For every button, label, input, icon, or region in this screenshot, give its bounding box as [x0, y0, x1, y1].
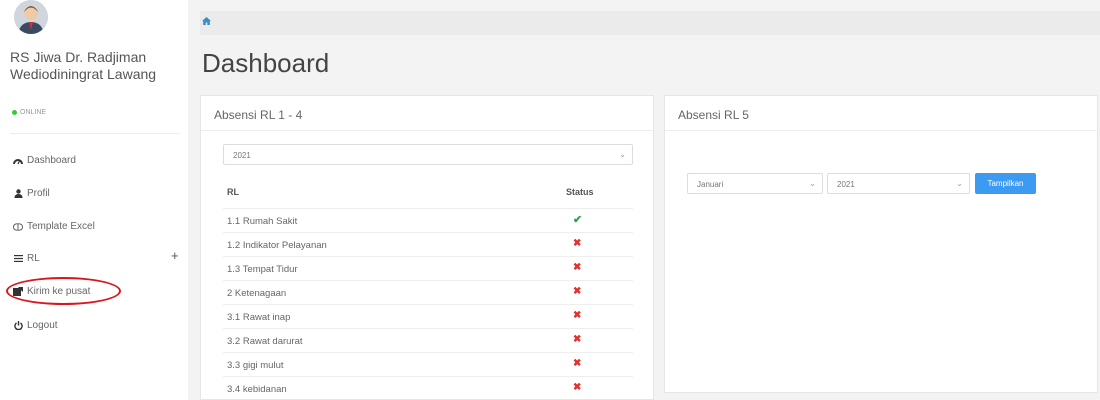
- panel-absensi-rl1-4: Absensi RL 1 - 4 2021 ⌄ RL Status 1.1 Ru…: [200, 95, 654, 400]
- sidebar-item-dashboard[interactable]: Dashboard: [13, 155, 76, 166]
- column-header-status: Status: [566, 187, 594, 197]
- table-row: 3.3 gigi mulut ✖: [223, 352, 633, 376]
- sidebar-item-label: Template Excel: [27, 221, 95, 232]
- sidebar-item-rl[interactable]: RL: [13, 253, 40, 264]
- year-select[interactable]: 2021 ⌄: [827, 173, 970, 194]
- table-row: 1.3 Tempat Tidur ✖: [223, 256, 633, 280]
- check-icon: ✔: [573, 214, 583, 226]
- year-select-value: 2021: [837, 180, 855, 189]
- row-label: 2 Ketenagaan: [227, 288, 287, 299]
- power-icon: [13, 321, 23, 330]
- table-row: 2 Ketenagaan ✖: [223, 280, 633, 304]
- table-row: 1.2 Indikator Pelayanan ✖: [223, 232, 633, 256]
- page-title: Dashboard: [202, 48, 330, 78]
- cross-icon: ✖: [573, 262, 582, 273]
- sidebar-item-label: Profil: [27, 188, 50, 199]
- row-label: 3.4 kebidanan: [227, 384, 287, 395]
- year-select[interactable]: 2021 ⌄: [223, 144, 633, 165]
- row-label: 3.3 gigi mulut: [227, 360, 284, 371]
- panel-absensi-rl5: Absensi RL 5 Januari ⌄ 2021 ⌄ Tampilkan: [664, 95, 1098, 393]
- sidebar-item-label: Kirim ke pusat: [27, 286, 91, 297]
- excel-icon: [13, 222, 23, 231]
- column-header-rl: RL: [227, 187, 239, 197]
- panel-title: Absensi RL 1 - 4: [214, 108, 303, 122]
- cross-icon: ✖: [573, 286, 582, 297]
- dashboard-icon: [13, 156, 23, 165]
- sidebar-item-kirim-ke-pusat[interactable]: Kirim ke pusat: [13, 286, 90, 297]
- online-status-label: ONLINE: [20, 109, 47, 116]
- breadcrumb: [200, 11, 1100, 35]
- sidebar-item-logout[interactable]: Logout: [13, 320, 58, 331]
- cross-icon: ✖: [573, 310, 582, 321]
- sidebar-divider: [10, 133, 180, 134]
- table-row: 1.1 Rumah Sakit ✔: [223, 208, 633, 232]
- cross-icon: ✖: [573, 238, 582, 249]
- show-button[interactable]: Tampilkan: [975, 173, 1036, 194]
- user-icon: [13, 189, 23, 198]
- panel-title: Absensi RL 5: [678, 108, 749, 122]
- avatar-icon: [14, 0, 48, 34]
- sidebar-item-template-excel[interactable]: Template Excel: [13, 221, 95, 232]
- chevron-down-icon: ⌄: [619, 150, 626, 159]
- avatar[interactable]: [14, 0, 48, 34]
- year-select-value: 2021: [233, 151, 251, 160]
- table-row: 3.2 Rawat darurat ✖: [223, 328, 633, 352]
- table-row: 3.1 Rawat inap ✖: [223, 304, 633, 328]
- org-name: RS Jiwa Dr. Radjiman Wediodiningrat Lawa…: [10, 49, 157, 82]
- cross-icon: ✖: [573, 358, 582, 369]
- panel-divider: [665, 130, 1097, 131]
- sidebar-item-label: RL: [27, 253, 40, 264]
- panel-divider: [201, 130, 653, 131]
- home-icon[interactable]: [202, 17, 211, 28]
- online-dot-icon: [12, 110, 17, 115]
- row-label: 3.1 Rawat inap: [227, 312, 291, 323]
- chevron-down-icon: ⌄: [809, 179, 816, 188]
- month-select[interactable]: Januari ⌄: [687, 173, 823, 194]
- row-label: 1.1 Rumah Sakit: [227, 216, 298, 227]
- sidebar-item-label: Dashboard: [27, 155, 76, 166]
- list-icon: [13, 255, 23, 262]
- expand-rl-icon[interactable]: +: [171, 248, 179, 263]
- sidebar-item-profil[interactable]: Profil: [13, 188, 50, 199]
- month-select-value: Januari: [697, 180, 724, 189]
- online-status: ONLINE: [12, 109, 46, 116]
- send-icon: [13, 287, 23, 296]
- row-label: 3.2 Rawat darurat: [227, 336, 303, 347]
- row-label: 1.3 Tempat Tidur: [227, 264, 298, 275]
- chevron-down-icon: ⌄: [956, 179, 963, 188]
- sidebar-item-label: Logout: [27, 320, 58, 331]
- row-label: 1.2 Indikator Pelayanan: [227, 240, 327, 251]
- cross-icon: ✖: [573, 382, 582, 393]
- main-content: Dashboard Absensi RL 1 - 4 2021 ⌄ RL Sta…: [188, 0, 1100, 400]
- table-row: 3.4 kebidanan ✖: [223, 376, 633, 400]
- sidebar: RS Jiwa Dr. Radjiman Wediodiningrat Lawa…: [0, 0, 188, 400]
- cross-icon: ✖: [573, 334, 582, 345]
